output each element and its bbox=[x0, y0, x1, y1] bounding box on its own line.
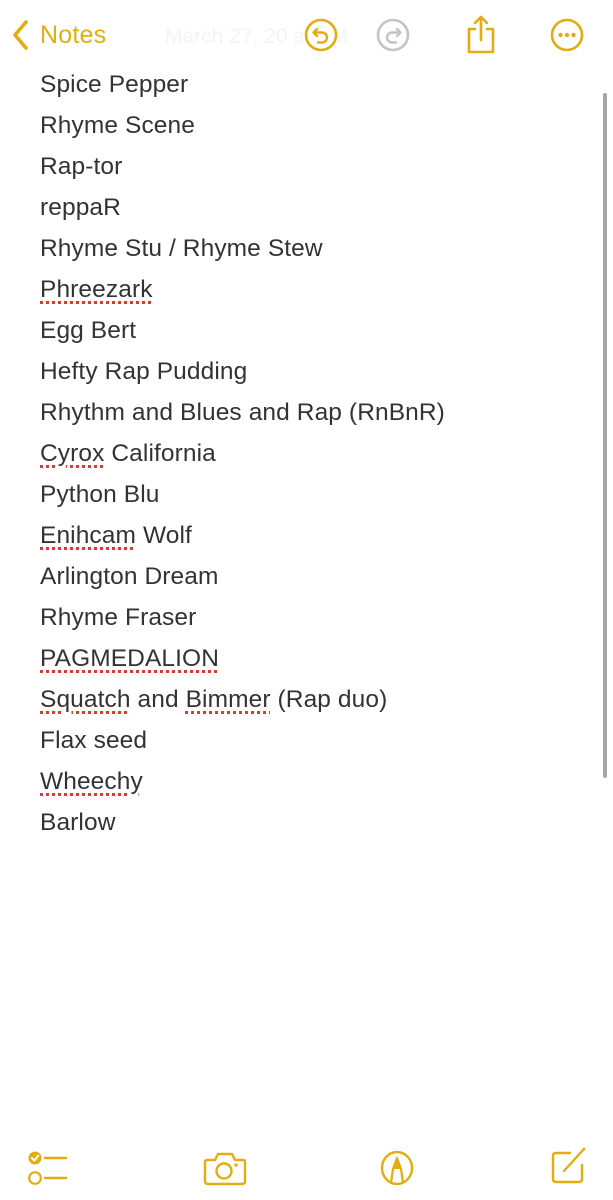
checklist-button[interactable] bbox=[26, 1149, 68, 1187]
note-line[interactable]: Spice Pepper bbox=[40, 64, 580, 105]
note-line[interactable]: Rhyme Scene bbox=[40, 105, 580, 146]
redo-button[interactable] bbox=[376, 18, 410, 52]
note-line[interactable]: reppaR bbox=[40, 187, 580, 228]
note-line[interactable]: PAGMEDALION bbox=[40, 638, 580, 679]
camera-button[interactable] bbox=[203, 1150, 247, 1186]
note-line[interactable]: Phreezark bbox=[40, 269, 580, 310]
note-text: Spice Pepper bbox=[40, 71, 189, 98]
note-text: (Rap duo) bbox=[270, 686, 388, 713]
undo-icon bbox=[304, 18, 338, 52]
note-text: Egg Bert bbox=[40, 317, 137, 344]
note-line[interactable]: Rap-tor bbox=[40, 146, 580, 187]
share-button[interactable] bbox=[464, 14, 498, 54]
note-line[interactable]: Hefty Rap Pudding bbox=[40, 351, 580, 392]
note-text: Wolf bbox=[136, 522, 192, 549]
note-line[interactable]: Python Blu bbox=[40, 474, 580, 515]
markup-button[interactable] bbox=[378, 1147, 416, 1187]
note-text: Rhyme Fraser bbox=[40, 604, 197, 631]
bottom-toolbar bbox=[0, 1135, 613, 1200]
misspelled-word: Cyrox bbox=[40, 440, 105, 467]
note-line[interactable]: Arlington Dream bbox=[40, 556, 580, 597]
note-text: Rhyme Stu / Rhyme Stew bbox=[40, 235, 323, 262]
note-line[interactable]: Barlow bbox=[40, 802, 580, 843]
note-text: Python Blu bbox=[40, 481, 160, 508]
note-line[interactable]: Rhythm and Blues and Rap (RnBnR) bbox=[40, 392, 580, 433]
misspelled-word: PAGMEDALION bbox=[40, 645, 219, 672]
note-text: Barlow bbox=[40, 809, 116, 836]
misspelled-word: Phreezark bbox=[40, 276, 153, 303]
note-text-body[interactable]: Spice Pepper Rhyme Scene Rap-tor reppaR Rhym… bbox=[40, 64, 580, 843]
note-line[interactable]: Flax seed bbox=[40, 720, 580, 761]
ellipsis-circle-icon bbox=[550, 18, 584, 52]
markup-pen-icon bbox=[380, 1150, 414, 1186]
note-text: reppaR bbox=[40, 194, 121, 221]
chevron-left-icon bbox=[13, 20, 28, 50]
note-text: Flax seed bbox=[40, 727, 148, 754]
note-text: Rhythm and Blues and Rap (RnBnR) bbox=[40, 399, 445, 426]
misspelled-word: Enihcam bbox=[40, 522, 137, 549]
note-line[interactable]: Rhyme Fraser bbox=[40, 597, 580, 638]
note-line[interactable]: Rhyme Stu / Rhyme Stew bbox=[40, 228, 580, 269]
back-label: Notes bbox=[40, 20, 107, 49]
note-line[interactable]: Squatch and Bimmer (Rap duo) bbox=[40, 679, 580, 720]
more-options-button[interactable] bbox=[550, 18, 584, 52]
note-line[interactable]: Wheechy bbox=[40, 761, 580, 802]
note-line[interactable]: Egg Bert bbox=[40, 310, 580, 351]
misspelled-word: Bimmer bbox=[185, 686, 271, 713]
compose-icon bbox=[551, 1147, 586, 1184]
back-to-notes-button[interactable]: Notes bbox=[10, 17, 106, 53]
note-line[interactable]: Enihcam Wolf bbox=[40, 515, 580, 556]
camera-icon bbox=[203, 1152, 247, 1186]
compose-new-note-button[interactable] bbox=[550, 1145, 588, 1185]
note-text: Rap-tor bbox=[40, 153, 123, 180]
note-text: Arlington Dream bbox=[40, 563, 219, 590]
note-line[interactable]: Cyrox California bbox=[40, 433, 580, 474]
share-icon bbox=[467, 15, 495, 54]
note-text: Rhyme Scene bbox=[40, 112, 195, 139]
checklist-icon bbox=[28, 1151, 68, 1185]
redo-icon bbox=[376, 18, 410, 52]
note-text: and bbox=[130, 686, 186, 713]
undo-button[interactable] bbox=[304, 18, 338, 52]
misspelled-word: Wheechy bbox=[40, 768, 143, 795]
note-text: California bbox=[104, 440, 216, 467]
navigation-bar: Notes March 27, 20 at PM bbox=[0, 0, 613, 70]
misspelled-word: Squatch bbox=[40, 686, 131, 713]
note-text: Hefty Rap Pudding bbox=[40, 358, 248, 385]
vertical-scrollbar[interactable] bbox=[603, 93, 607, 778]
